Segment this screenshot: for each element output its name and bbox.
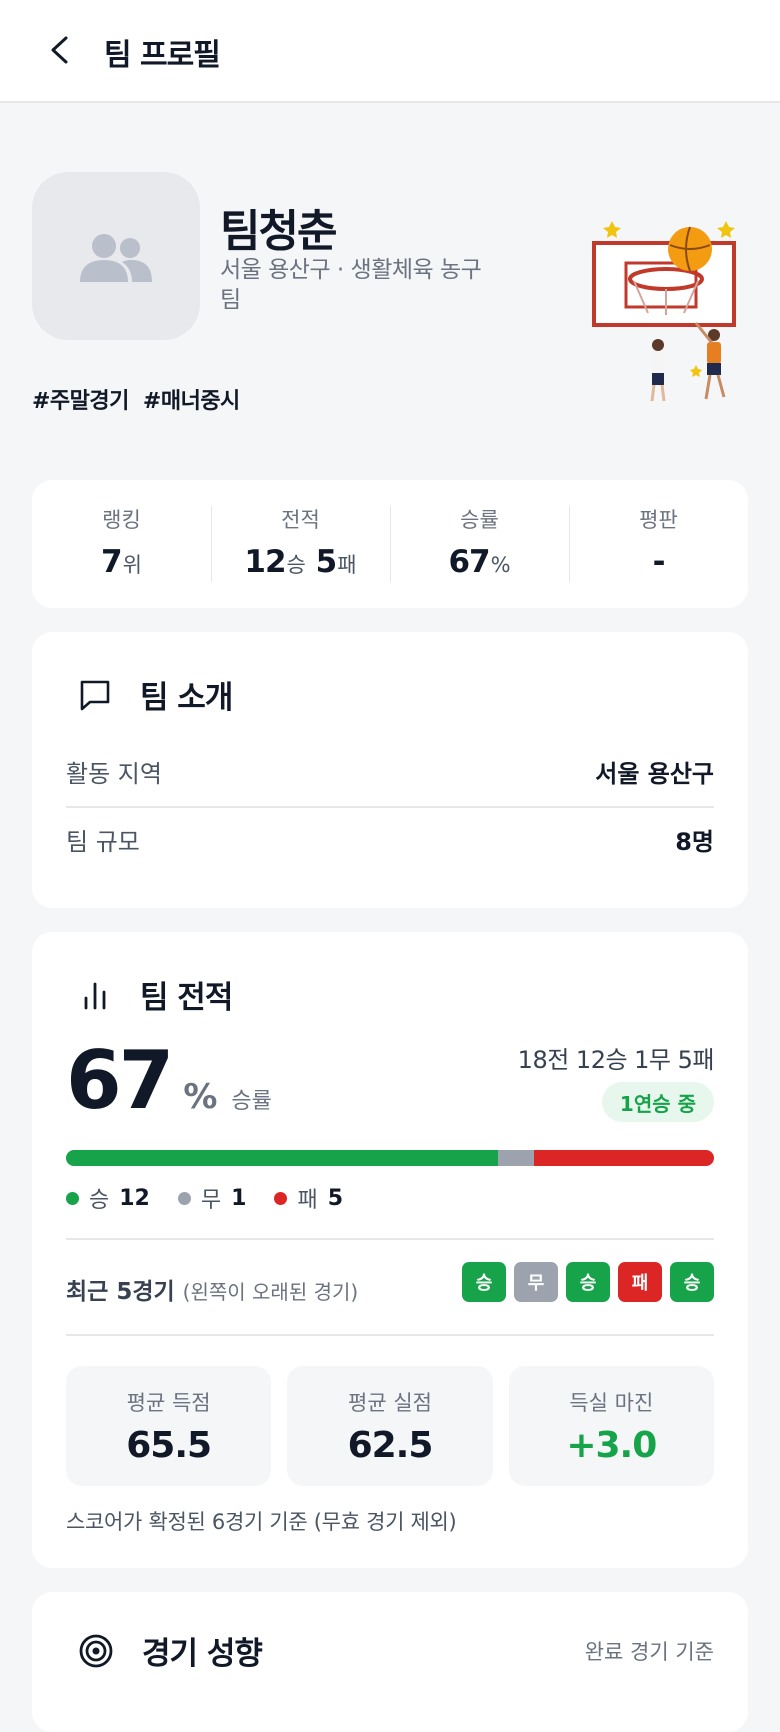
metric-value: +3.0 bbox=[566, 1424, 657, 1466]
rank-value: 7 bbox=[101, 544, 123, 580]
legend-label: 승 bbox=[89, 1188, 110, 1213]
recent-games-badges: 승 무 승 패 승 bbox=[462, 1262, 714, 1302]
legend-dot bbox=[274, 1191, 288, 1205]
metric-value: 62.5 bbox=[347, 1424, 434, 1466]
info-label: 활동 지역 bbox=[66, 760, 162, 788]
result-badge: 패 bbox=[618, 1262, 662, 1302]
tag[interactable]: #매너중시 bbox=[143, 383, 240, 415]
metric-avg-conceded: 평균 실점 62.5 bbox=[287, 1366, 493, 1486]
record-summary: 18전 12승 1무 5패 bbox=[517, 1046, 715, 1074]
streak-badge: 1연승 중 bbox=[601, 1082, 714, 1122]
stat-rank: 랭킹 7위 bbox=[32, 480, 211, 608]
bar-segment-loss bbox=[533, 1150, 714, 1166]
team-subtitle: 서울 용산구 · 생활체육 농구 팀 bbox=[220, 257, 482, 313]
stat-value: 12승 5패 bbox=[244, 544, 356, 580]
legend-value: 5 bbox=[327, 1185, 343, 1211]
wins-unit: 승 bbox=[286, 553, 306, 577]
info-value: 8명 bbox=[675, 828, 714, 856]
section-header: 팀 전적 bbox=[78, 972, 233, 1017]
legend-draw: 무 1 bbox=[177, 1182, 247, 1214]
group-icon bbox=[80, 234, 152, 282]
metric-margin: 득실 마진 +3.0 bbox=[508, 1366, 714, 1486]
wins-value: 12 bbox=[244, 544, 286, 580]
legend-loss: 패 5 bbox=[274, 1182, 343, 1214]
team-name: 팀청춘 bbox=[220, 206, 337, 257]
play-style-basis: 완료 경기 기준 bbox=[584, 1640, 714, 1664]
chevron-left-icon bbox=[51, 36, 68, 64]
divider bbox=[66, 1238, 714, 1240]
result-badge: 승 bbox=[566, 1262, 610, 1302]
stat-reputation: 평판 - bbox=[569, 480, 748, 608]
bar-segment-draw bbox=[498, 1150, 534, 1166]
stats-card: 랭킹 7위 전적 12승 5패 승률 67% 평판 - bbox=[32, 480, 748, 608]
losses-value: 5 bbox=[315, 544, 338, 580]
record-bar bbox=[66, 1150, 714, 1166]
record-legend: 승 12 무 1 패 5 bbox=[66, 1182, 343, 1214]
section-title: 팀 소개 bbox=[140, 680, 233, 716]
stat-label: 승률 bbox=[460, 508, 499, 532]
recent-games-title: 최근 5경기 bbox=[66, 1279, 175, 1305]
bar-chart-icon bbox=[84, 982, 106, 1009]
result-badge: 승 bbox=[670, 1262, 714, 1302]
legend-win: 승 12 bbox=[66, 1182, 150, 1214]
rank-unit: 위 bbox=[122, 553, 142, 577]
legend-label: 무 bbox=[200, 1188, 222, 1213]
divider bbox=[66, 1334, 714, 1336]
team-avatar bbox=[32, 172, 200, 340]
stat-label: 전적 bbox=[281, 508, 320, 532]
team-record-card: 팀 전적 67 % 승률 18전 12승 1무 5패 1연승 중 승 12 무 … bbox=[32, 932, 748, 1568]
stat-win-rate: 승률 67% bbox=[390, 480, 569, 608]
win-rate-display: 67 % 승률 bbox=[66, 1034, 272, 1127]
recent-games-label: 최근 5경기 (왼쪽이 오래된 경기) bbox=[66, 1272, 358, 1306]
win-rate-pct: % bbox=[183, 1077, 218, 1117]
section-header: 팀 소개 bbox=[78, 672, 233, 717]
top-bar: 팀 프로필 bbox=[0, 0, 780, 103]
stat-value: 7위 bbox=[101, 544, 142, 580]
stat-value: - bbox=[652, 544, 666, 580]
score-metrics: 평균 득점 65.5 평균 실점 62.5 득실 마진 +3.0 bbox=[66, 1366, 714, 1486]
divider bbox=[66, 806, 714, 808]
stat-value: 67% bbox=[448, 544, 510, 580]
stat-record: 전적 12승 5패 bbox=[211, 480, 390, 608]
stat-label: 평판 bbox=[639, 508, 678, 532]
target-icon bbox=[79, 1634, 113, 1667]
metric-label: 평균 실점 bbox=[348, 1390, 432, 1415]
rate-value: 67 bbox=[448, 544, 490, 580]
tag[interactable]: #주말경기 bbox=[32, 383, 129, 415]
team-tags: #주말경기 #매너중시 bbox=[32, 383, 240, 415]
metric-avg-scored: 평균 득점 65.5 bbox=[66, 1366, 272, 1486]
page-title: 팀 프로필 bbox=[104, 38, 221, 73]
legend-value: 12 bbox=[119, 1185, 150, 1211]
win-rate-label: 승률 bbox=[231, 1089, 272, 1114]
recent-games-note: (왼쪽이 오래된 경기) bbox=[182, 1280, 359, 1304]
metric-value: 65.5 bbox=[126, 1424, 212, 1466]
section-title: 경기 성향 bbox=[142, 1636, 263, 1672]
play-style-card: 경기 성향 완료 경기 기준 bbox=[32, 1592, 748, 1732]
team-hero: 팀청춘 서울 용산구 · 생활체육 농구 팀 #주말경기 #매너중시 bbox=[0, 103, 780, 453]
legend-value: 1 bbox=[231, 1185, 247, 1211]
record-footnote: 스코어가 확정된 6경기 기준 (무효 경기 제외) bbox=[66, 1510, 457, 1534]
info-label: 팀 규모 bbox=[66, 828, 140, 856]
legend-label: 패 bbox=[297, 1188, 318, 1213]
back-button[interactable] bbox=[40, 30, 80, 70]
stat-label: 랭킹 bbox=[102, 508, 141, 532]
basketball-illustration bbox=[592, 221, 736, 402]
rate-unit: % bbox=[490, 553, 511, 577]
losses-unit: 패 bbox=[337, 553, 357, 577]
chat-bubble-icon bbox=[80, 680, 110, 710]
info-value: 서울 용산구 bbox=[595, 760, 714, 788]
section-header: 경기 성향 bbox=[78, 1628, 263, 1673]
info-row-region: 활동 지역 서울 용산구 bbox=[66, 754, 714, 789]
result-badge: 무 bbox=[514, 1262, 558, 1302]
legend-dot bbox=[177, 1191, 191, 1205]
team-intro-card: 팀 소개 활동 지역 서울 용산구 팀 규모 8명 bbox=[32, 632, 748, 908]
bar-segment-win bbox=[66, 1150, 498, 1166]
result-badge: 승 bbox=[462, 1262, 506, 1302]
metric-label: 득실 마진 bbox=[569, 1390, 654, 1415]
metric-label: 평균 득점 bbox=[126, 1390, 211, 1415]
legend-dot bbox=[66, 1191, 79, 1205]
info-row-size: 팀 규모 8명 bbox=[66, 822, 714, 857]
win-rate-value: 67 bbox=[66, 1034, 174, 1127]
section-title: 팀 전적 bbox=[140, 980, 233, 1016]
